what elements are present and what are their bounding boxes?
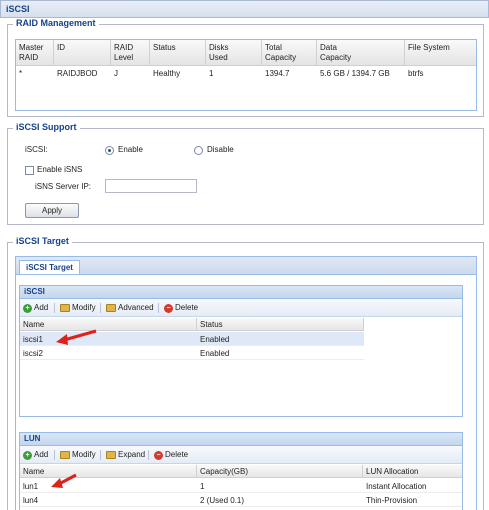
iscsi-target-legend: iSCSI Target bbox=[13, 236, 72, 246]
enable-isns-checkbox[interactable] bbox=[25, 166, 34, 175]
advanced-icon bbox=[106, 304, 116, 312]
expand-icon bbox=[106, 451, 116, 459]
iscsi-panel: iSCSI + Add Modify Advanced − Delete Name … bbox=[19, 285, 463, 417]
iscsi-row-iscsi2[interactable]: iscsi2 Enabled bbox=[20, 346, 364, 360]
tab-iscsi-target[interactable]: iSCSI Target bbox=[19, 260, 80, 275]
iscsi-support-group: iSCSI Support iSCSI: Enable Disable Enab… bbox=[7, 122, 484, 225]
cell-total-capacity: 1394.7 bbox=[265, 69, 290, 78]
raid-table: Master RAID ID RAID Level Status Disks Used… bbox=[15, 39, 477, 111]
col-file-system: File System bbox=[408, 43, 450, 52]
col-raid-level: RAID Level bbox=[111, 40, 150, 65]
iscsi-name-cell: iscsi2 bbox=[23, 349, 44, 358]
iscsi-add-button[interactable]: + Add bbox=[23, 302, 48, 314]
disable-radio-label[interactable]: Disable bbox=[207, 145, 234, 154]
add-icon: + bbox=[23, 303, 32, 313]
lun-capacity-cell: 2 (Used 0.1) bbox=[200, 496, 245, 505]
col-capacity[interactable]: Capacity(GB) bbox=[197, 465, 363, 478]
iscsi-toolbar: + Add Modify Advanced − Delete bbox=[20, 299, 462, 317]
iscsi-delete-button[interactable]: − Delete bbox=[164, 302, 198, 314]
lun-modify-button[interactable]: Modify bbox=[60, 449, 96, 461]
cell-data-capacity: 5.6 GB / 1394.7 GB bbox=[320, 69, 390, 78]
target-tab-body: iSCSI + Add Modify Advanced − Delete Name … bbox=[15, 274, 477, 510]
target-tabstrip: iSCSI Target bbox=[15, 256, 477, 275]
col-disks-used: Disks Used bbox=[206, 40, 262, 65]
cell-status: Healthy bbox=[153, 69, 181, 78]
col-master-raid: Master RAID bbox=[16, 40, 54, 65]
iscsi-status-cell: Enabled bbox=[200, 349, 230, 358]
isns-server-ip-label: iSNS Server IP: bbox=[35, 182, 92, 191]
lun-row-lun1[interactable]: lun1 1 Instant Allocation bbox=[20, 479, 462, 493]
lun-row-lun4[interactable]: lun4 2 (Used 0.1) Thin-Provision bbox=[20, 493, 462, 507]
cell-disks-used: 1 bbox=[209, 69, 214, 78]
col-name[interactable]: Name bbox=[20, 465, 197, 478]
iscsi-target-group: iSCSI Target iSCSI Target iSCSI + Add Mod… bbox=[7, 236, 484, 510]
lun-name-cell: lun1 bbox=[23, 482, 39, 491]
raid-table-header: Master RAID ID RAID Level Status Disks Used… bbox=[16, 40, 476, 66]
lun-allocation-cell: Instant Allocation bbox=[366, 482, 427, 491]
cell-file-system: btrfs bbox=[408, 69, 424, 78]
enable-radio-label[interactable]: Enable bbox=[118, 145, 143, 154]
iscsi-status-cell: Enabled bbox=[200, 335, 230, 344]
raid-management-legend: RAID Management bbox=[13, 18, 99, 28]
iscsi-name-cell: iscsi1 bbox=[23, 335, 44, 344]
add-icon: + bbox=[23, 450, 32, 460]
lun-capacity-cell: 1 bbox=[200, 482, 205, 491]
page-title: iSCSI bbox=[6, 4, 30, 14]
iscsi-advanced-button[interactable]: Advanced bbox=[106, 302, 154, 314]
iscsi-panel-title: iSCSI bbox=[20, 286, 462, 299]
col-total-capacity: Total Capacity bbox=[262, 40, 317, 65]
toolbar-separator bbox=[54, 303, 55, 313]
delete-icon: − bbox=[164, 303, 173, 313]
lun-panel: LUN + Add Modify Expand − Delete Name Capa… bbox=[19, 432, 463, 510]
iscsi-label: iSCSI: bbox=[25, 145, 48, 154]
toolbar-separator bbox=[100, 450, 101, 460]
isns-server-ip-input[interactable] bbox=[105, 179, 197, 193]
modify-icon bbox=[60, 304, 70, 312]
lun-expand-button[interactable]: Expand bbox=[106, 449, 145, 461]
toolbar-separator bbox=[100, 303, 101, 313]
delete-icon: − bbox=[154, 450, 163, 460]
lun-delete-button[interactable]: − Delete bbox=[154, 449, 188, 461]
col-lun-allocation[interactable]: LUN Allocation bbox=[363, 465, 462, 478]
col-status[interactable]: Status bbox=[197, 318, 364, 331]
cell-raid-level: J bbox=[114, 69, 118, 78]
col-id: ID bbox=[54, 40, 111, 65]
apply-button[interactable]: Apply bbox=[25, 203, 79, 218]
raid-management-group: RAID Management Master RAID ID RAID Level … bbox=[7, 18, 484, 117]
lun-grid-header: Name Capacity(GB) LUN Allocation bbox=[20, 465, 462, 478]
disable-radio[interactable] bbox=[194, 146, 203, 155]
toolbar-separator bbox=[158, 303, 159, 313]
annotation-arrow-icon bbox=[56, 329, 97, 345]
enable-isns-label[interactable]: Enable iSNS bbox=[37, 165, 82, 174]
annotation-arrow-icon bbox=[51, 473, 77, 488]
toolbar-separator bbox=[148, 450, 149, 460]
modify-icon bbox=[60, 451, 70, 459]
cell-id: RAIDJBOD bbox=[57, 69, 98, 78]
col-data-capacity: Data Capacity bbox=[317, 40, 405, 65]
lun-toolbar: + Add Modify Expand − Delete bbox=[20, 446, 462, 464]
iscsi-support-legend: iSCSI Support bbox=[13, 122, 80, 132]
lun-add-button[interactable]: + Add bbox=[23, 449, 48, 461]
col-name[interactable]: Name bbox=[20, 318, 197, 331]
iscsi-modify-button[interactable]: Modify bbox=[60, 302, 96, 314]
lun-panel-title: LUN bbox=[20, 433, 462, 446]
lun-name-cell: lun4 bbox=[23, 496, 39, 505]
enable-radio[interactable] bbox=[105, 146, 114, 155]
toolbar-separator bbox=[54, 450, 55, 460]
cell-master-raid: * bbox=[19, 69, 23, 78]
lun-allocation-cell: Thin-Provision bbox=[366, 496, 418, 505]
page-header: iSCSI bbox=[0, 0, 489, 18]
col-status: Status bbox=[150, 40, 206, 65]
